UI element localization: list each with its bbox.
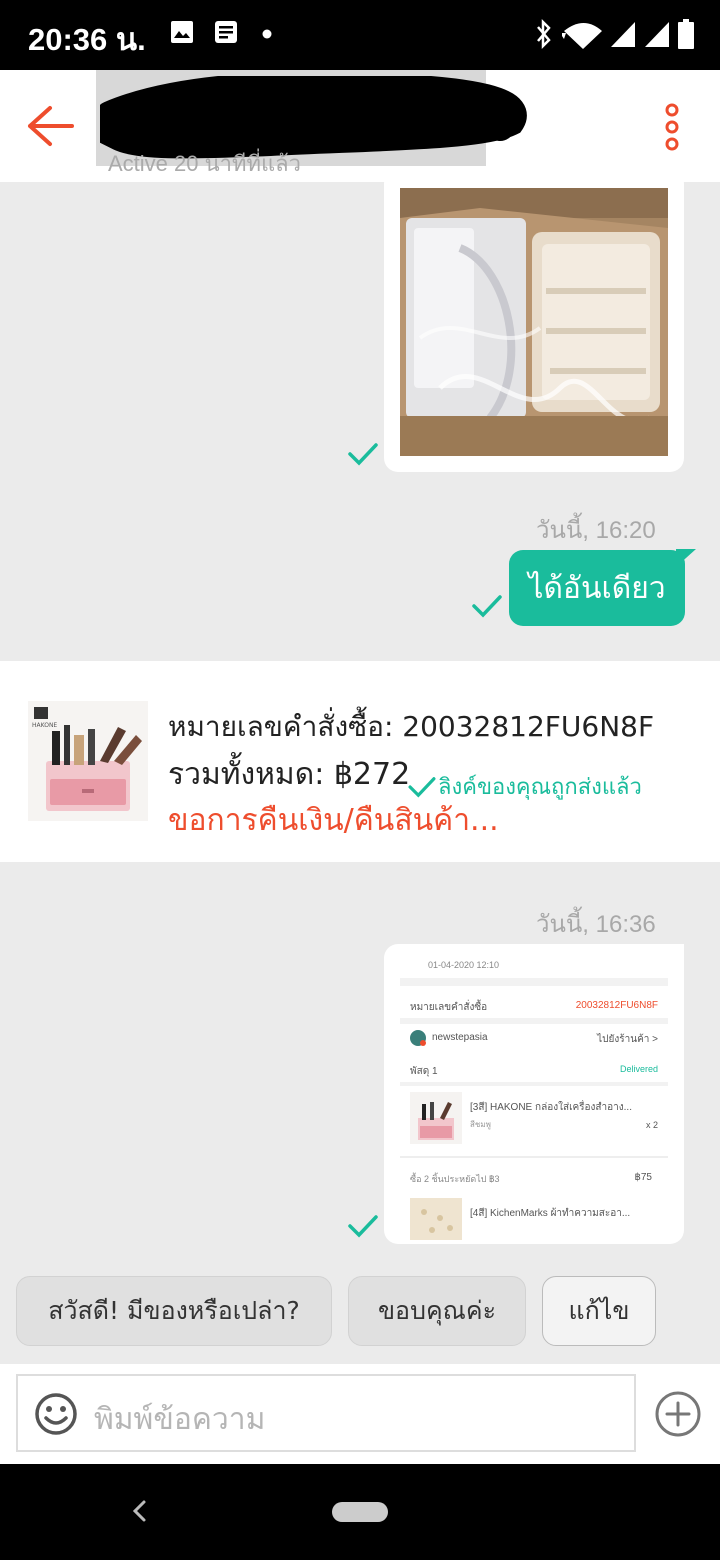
box-photo[interactable] xyxy=(400,188,668,456)
screenshot-item1: [3สี] HAKONE กล่องใส่เครื่องสำอาง... xyxy=(470,1102,632,1113)
image-message[interactable] xyxy=(384,170,684,472)
return-refund-link[interactable]: ขอการคืนเงิน/คืนสินค้า... xyxy=(168,797,499,844)
message-timestamp: วันนี้, 16:20 xyxy=(536,517,656,544)
quick-reply-label: สวัสดี! มีของหรือเปล่า? xyxy=(48,1296,300,1325)
signal-icon xyxy=(645,22,669,47)
link-sent-text: ลิงค์ของคุณถูกส่งแล้ว xyxy=(438,775,642,800)
battery-icon xyxy=(678,19,694,49)
dot-icon xyxy=(262,29,272,39)
product-thumbnail[interactable]: HAKONE xyxy=(28,701,148,821)
screenshot-discount: ซื้อ 2 ชิ้นประหยัดไป ฿3 xyxy=(410,1174,500,1184)
quick-reply-edit-button[interactable]: แก้ไข xyxy=(542,1276,656,1346)
message-input-bar: พิมพ์ข้อความ xyxy=(0,1364,720,1464)
message-timestamp: วันนี้, 16:36 xyxy=(536,911,656,938)
order-number: หมายเลขคำสั่งซื้อ: 20032812FU6N8F xyxy=(168,710,655,743)
brand-mark: HAKONE xyxy=(32,722,57,729)
screenshot-item1-qty: x 2 xyxy=(645,1120,658,1130)
quick-reply-greeting[interactable]: สวัสดี! มีของหรือเปล่า? xyxy=(16,1276,332,1346)
plus-circle-icon[interactable] xyxy=(654,1390,702,1438)
screenshot-shop-link: ไปยังร้านค้า > xyxy=(597,1034,658,1045)
message-input[interactable]: พิมพ์ข้อความ xyxy=(16,1374,636,1452)
message-text: ได้อันเดียว xyxy=(528,570,666,606)
product-image: HAKONE xyxy=(28,701,148,821)
quick-reply-label: แก้ไข xyxy=(568,1296,630,1325)
chat-messages[interactable]: วันนี้, 16:20 ได้อันเดียว HAKONE หมายเลข… xyxy=(0,170,720,1364)
shop-avatar xyxy=(410,1030,426,1046)
bluetooth-icon xyxy=(537,18,551,50)
chat-header: Active 20 นาทีที่แล้ว xyxy=(0,70,720,182)
screenshot-order-id: 20032812FU6N8F xyxy=(575,1000,658,1011)
quick-reply-thanks[interactable]: ขอบคุณค่ะ xyxy=(348,1276,526,1346)
screenshot-discount-price: ฿75 xyxy=(634,1172,653,1183)
check-icon xyxy=(472,595,502,618)
sent-message[interactable]: ได้อันเดียว xyxy=(509,550,685,626)
item-thumbnail xyxy=(410,1092,462,1144)
item-thumbnail xyxy=(410,1198,462,1240)
wifi-icon xyxy=(562,23,602,49)
order-total: รวมทั้งหมด: ฿272 xyxy=(168,757,411,792)
message-icon xyxy=(215,21,237,43)
bubble-tail xyxy=(676,549,696,567)
nav-home-pill[interactable] xyxy=(332,1502,388,1522)
status-time: 20:36 น. xyxy=(28,22,146,57)
check-icon xyxy=(348,1215,378,1238)
system-navigation-bar xyxy=(0,1464,720,1560)
image-message[interactable]: 01-04-2020 12:10 หมายเลขคำสั่งซื้อ 20032… xyxy=(384,944,684,1244)
check-icon xyxy=(408,776,436,798)
screenshot-item2: [4สี] KichenMarks ผ้าทำความสะอา... xyxy=(470,1208,631,1219)
nav-back-icon[interactable] xyxy=(128,1494,150,1528)
order-screenshot[interactable]: 01-04-2020 12:10 หมายเลขคำสั่งซื้อ 20032… xyxy=(400,950,668,1240)
status-bar: 20:36 น. xyxy=(0,0,720,70)
signal-icon xyxy=(611,22,635,47)
active-status: Active 20 นาทีที่แล้ว xyxy=(108,151,302,176)
smiley-icon[interactable] xyxy=(34,1392,78,1436)
link-sent-status: ลิงค์ของคุณถูกส่งแล้ว xyxy=(408,769,642,804)
arrow-left-icon[interactable] xyxy=(26,104,74,148)
more-vertical-icon[interactable] xyxy=(660,102,684,152)
screenshot-item1-variant: สีชมพู xyxy=(470,1120,491,1129)
check-icon xyxy=(348,443,378,466)
image-icon xyxy=(171,21,193,43)
order-card[interactable]: HAKONE หมายเลขคำสั่งซื้อ: 20032812FU6N8F… xyxy=(0,661,720,862)
screenshot-parcel-status: Delivered xyxy=(619,1064,658,1074)
input-placeholder: พิมพ์ข้อความ xyxy=(94,1402,266,1437)
screenshot-date: 01-04-2020 12:10 xyxy=(428,960,500,970)
quick-reply-label: ขอบคุณค่ะ xyxy=(377,1296,497,1325)
